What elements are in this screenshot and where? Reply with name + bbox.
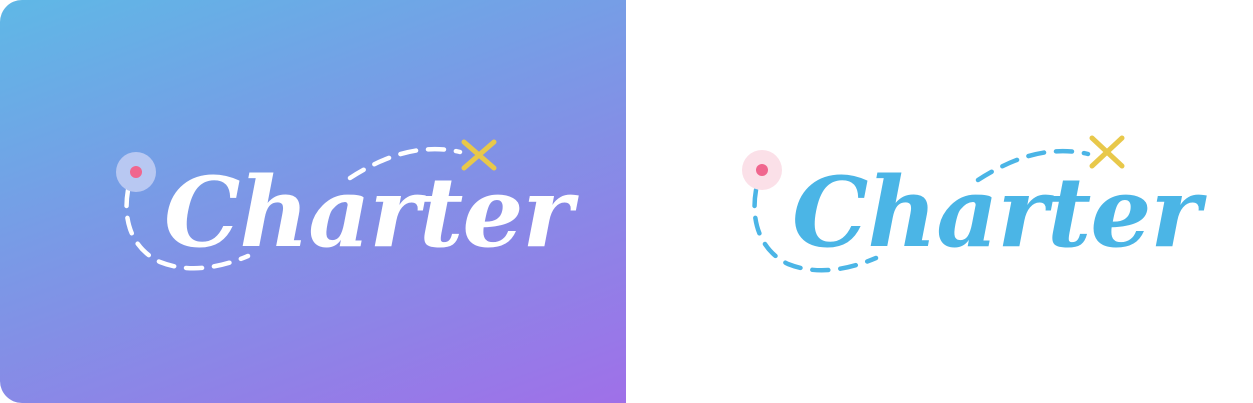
- logo-showcase: Charter Charter: [0, 0, 1253, 403]
- logo-panel-gradient: Charter: [0, 0, 626, 403]
- logo-wordmark: Charter: [164, 156, 579, 269]
- logo-wordmark: Charter: [792, 156, 1207, 269]
- charter-logo-color: Charter: [626, 0, 1253, 403]
- pin-dot-icon: [756, 164, 768, 176]
- charter-logo-svg: Charter: [116, 139, 580, 271]
- charter-logo-svg: Charter: [742, 135, 1208, 273]
- charter-logo-light: Charter: [0, 0, 626, 403]
- pin-dot-icon: [130, 166, 142, 178]
- logo-panel-white: Charter: [626, 0, 1253, 403]
